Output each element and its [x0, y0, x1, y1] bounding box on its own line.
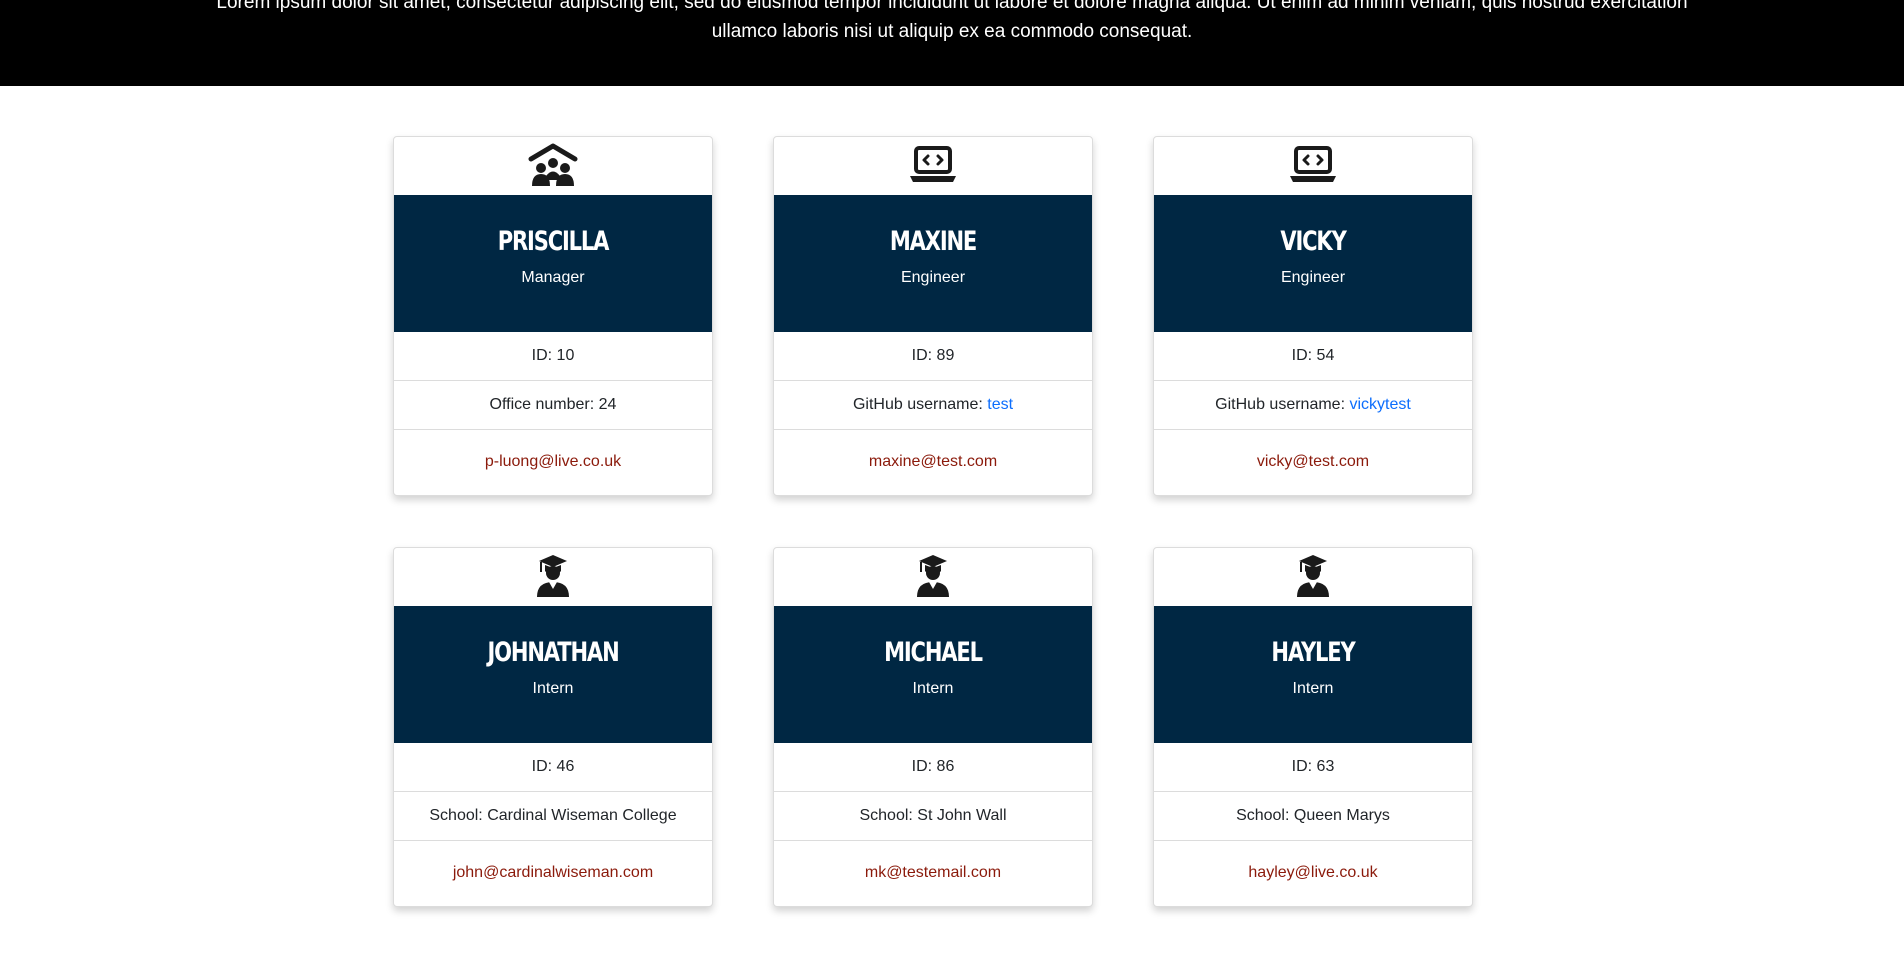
email-link[interactable]: maxine@test.com: [869, 453, 997, 471]
laptop-code-icon: [1288, 142, 1338, 191]
employee-id: ID: 63: [1154, 743, 1472, 792]
laptop-code-icon-svg: [1290, 145, 1336, 182]
manager-icon: [528, 142, 578, 191]
employee-id-text: ID: 86: [911, 758, 955, 775]
employee-name: Vicky: [1280, 226, 1346, 257]
employee-role: Engineer: [1280, 269, 1346, 286]
email-link[interactable]: hayley@live.co.uk: [1248, 864, 1377, 882]
card-icon-area: [774, 137, 1092, 195]
office-number-text: Office number: 24: [489, 396, 617, 413]
graduate-icon-svg: [917, 554, 949, 597]
github-label: GitHub username:: [852, 396, 983, 413]
employee-card: Johnathan Intern ID: 46 School: Cardinal…: [393, 547, 713, 907]
card-header: Maxine Engineer: [774, 195, 1092, 332]
employee-name: Johnathan: [487, 637, 619, 668]
card-icon-area: [394, 548, 712, 606]
employee-id: ID: 86: [774, 743, 1092, 792]
employee-id: ID: 46: [394, 743, 712, 792]
manager-icon-svg: [528, 143, 578, 186]
email-link[interactable]: john@cardinalwiseman.com: [453, 864, 653, 882]
employee-name: Michael: [884, 637, 983, 668]
card-icon-area: [1154, 137, 1472, 195]
graduate-icon-svg: [537, 554, 569, 597]
employee-email-row: hayley@live.co.uk: [1154, 841, 1472, 905]
hero-text: Lorem ipsum dolor sit amet, consectetur …: [216, 0, 1688, 42]
card-header: Priscilla Manager: [394, 195, 712, 332]
employee-detail: School: St John Wall: [774, 792, 1092, 841]
card-header: Michael Intern: [774, 606, 1092, 743]
employee-role: Intern: [1292, 680, 1334, 697]
employee-id: ID: 10: [394, 332, 712, 381]
email-link[interactable]: vicky@test.com: [1257, 453, 1369, 471]
employee-role: Intern: [912, 680, 954, 697]
employee-email-row: p-luong@live.co.uk: [394, 430, 712, 494]
employee-email-row: vicky@test.com: [1154, 430, 1472, 494]
employee-card: Vicky Engineer ID: 54 GitHub username: v…: [1153, 136, 1473, 496]
team-cards-grid: Priscilla Manager ID: 10 Office number: …: [393, 136, 1473, 907]
employee-name: Priscilla: [497, 226, 610, 257]
graduate-icon: [908, 553, 958, 602]
employee-card: Priscilla Manager ID: 10 Office number: …: [393, 136, 713, 496]
employee-name: Maxine: [889, 226, 977, 257]
employee-name: Hayley: [1271, 637, 1355, 668]
employee-detail: School: Queen Marys: [1154, 792, 1472, 841]
employee-id-text: ID: 63: [1291, 758, 1335, 775]
employee-role: Manager: [521, 269, 585, 286]
employee-id-text: ID: 46: [531, 758, 575, 775]
github-link[interactable]: vickytest: [1349, 396, 1410, 414]
graduate-icon-svg: [1297, 554, 1329, 597]
employee-id: ID: 54: [1154, 332, 1472, 381]
school-text: School: St John Wall: [859, 807, 1007, 824]
graduate-icon: [528, 553, 578, 602]
card-icon-area: [394, 137, 712, 195]
email-link[interactable]: p-luong@live.co.uk: [485, 453, 621, 471]
card-header: Johnathan Intern: [394, 606, 712, 743]
graduate-icon: [1288, 553, 1338, 602]
github-link[interactable]: test: [987, 396, 1013, 414]
school-text: School: Cardinal Wiseman College: [429, 807, 677, 824]
employee-role: Intern: [532, 680, 574, 697]
school-text: School: Queen Marys: [1236, 807, 1390, 824]
laptop-code-icon-svg: [910, 145, 956, 182]
employee-email-row: mk@testemail.com: [774, 841, 1092, 905]
card-header: Vicky Engineer: [1154, 195, 1472, 332]
employee-card: Michael Intern ID: 86 School: St John Wa…: [773, 547, 1093, 907]
card-header: Hayley Intern: [1154, 606, 1472, 743]
email-link[interactable]: mk@testemail.com: [865, 864, 1001, 882]
employee-detail: GitHub username: vickytest: [1154, 381, 1472, 430]
card-icon-area: [774, 548, 1092, 606]
employee-detail: School: Cardinal Wiseman College: [394, 792, 712, 841]
employee-card: Maxine Engineer ID: 89 GitHub username: …: [773, 136, 1093, 496]
laptop-code-icon: [908, 142, 958, 191]
employee-id-text: ID: 10: [531, 347, 575, 364]
employee-detail: Office number: 24: [394, 381, 712, 430]
employee-email-row: john@cardinalwiseman.com: [394, 841, 712, 905]
employee-email-row: maxine@test.com: [774, 430, 1092, 494]
employee-card: Hayley Intern ID: 63 School: Queen Marys…: [1153, 547, 1473, 907]
card-icon-area: [1154, 548, 1472, 606]
employee-role: Engineer: [900, 269, 966, 286]
hero-banner: Lorem ipsum dolor sit amet, consectetur …: [0, 0, 1904, 86]
github-label: GitHub username:: [1215, 396, 1346, 413]
employee-id-text: ID: 54: [1291, 347, 1335, 364]
employee-detail: GitHub username: test: [774, 381, 1092, 430]
employee-id: ID: 89: [774, 332, 1092, 381]
employee-id-text: ID: 89: [911, 347, 955, 364]
